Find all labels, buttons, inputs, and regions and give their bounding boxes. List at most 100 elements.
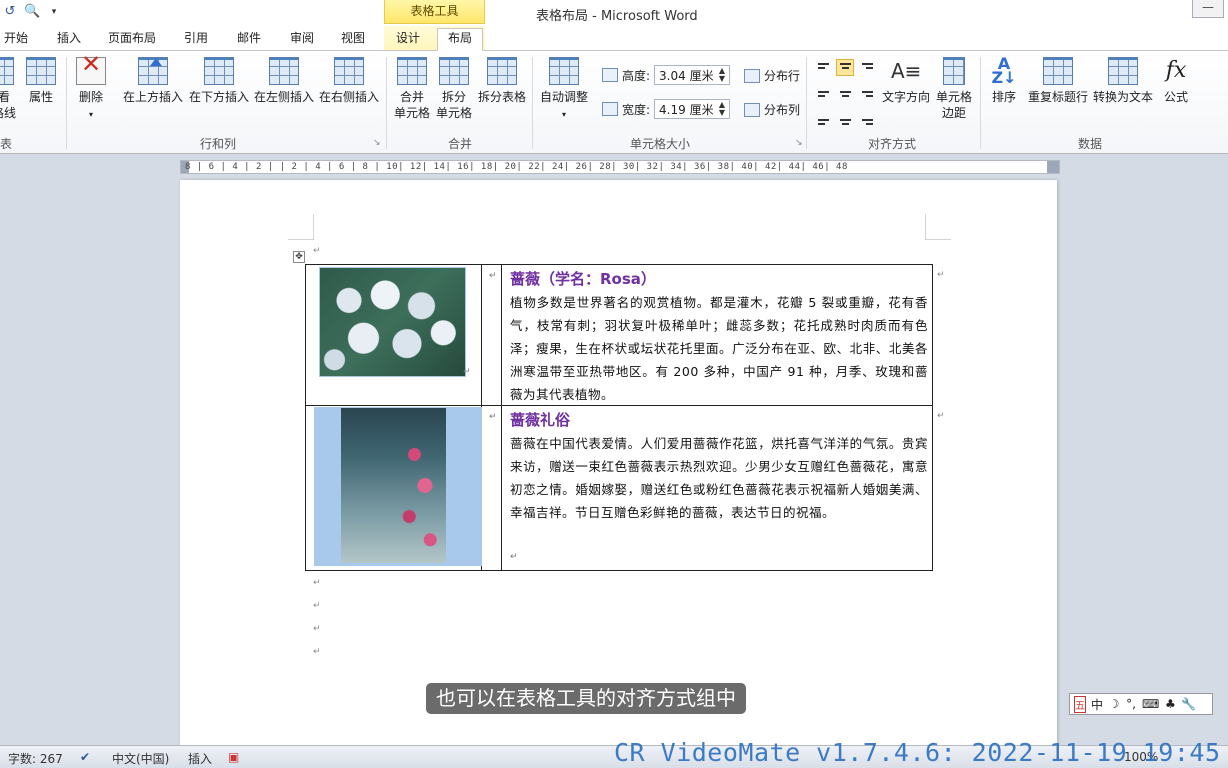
align-bottom-left-icon[interactable] (814, 109, 832, 126)
insert-below-button[interactable]: 在下方插入 (188, 57, 250, 105)
align-middle-left-icon[interactable] (814, 84, 832, 101)
cell-margins-button[interactable]: 单元格 边距 (934, 57, 974, 121)
language-indicator[interactable]: 中文(中国) (112, 750, 169, 767)
formula-button[interactable]: fx 公式 (1160, 57, 1192, 105)
split-table-label: 拆分表格 (477, 90, 526, 104)
crop-mark-top-right-icon (925, 214, 951, 240)
cell-size-dialog-launcher-icon[interactable]: ↘ (795, 138, 803, 148)
distribute-cols-button[interactable]: 分布列 (744, 101, 800, 118)
repeat-header-rows-button[interactable]: 重复标题行 (1027, 57, 1089, 105)
split-table-button[interactable]: 拆分表格 (477, 57, 527, 105)
ime-settings-icon[interactable]: 🔧 (1181, 697, 1196, 711)
insert-right-button[interactable]: 在右侧插入 (318, 57, 380, 105)
document-table[interactable]: ↵ ↵ 蔷薇（学名：Rosa） 植物多数是世界著名的观赏植物。都是灌木，花瓣 5… (305, 264, 933, 571)
row-height-input[interactable]: 3.04 厘米 ▲ ▼ (654, 65, 731, 85)
document-page[interactable]: ↵ ✥ ↵ ↵ 蔷薇（学名：Rosa） 植物多数是世界著名的观赏植物。都是灌木，… (180, 180, 1057, 745)
table-move-handle-icon[interactable]: ✥ (293, 251, 305, 263)
split-cells-button[interactable]: 拆分 单元格 (434, 57, 474, 121)
tab-review[interactable]: 审阅 (290, 29, 314, 50)
tab-mailings[interactable]: 邮件 (237, 29, 261, 50)
cell-end-mark: ↵ (489, 271, 497, 281)
align-top-left-icon[interactable] (814, 59, 832, 76)
sort-button[interactable]: A Z↓ 排序 (988, 54, 1020, 105)
spinner-icon[interactable]: ▲ ▼ (719, 67, 725, 83)
align-middle-right-icon[interactable] (858, 84, 876, 101)
tab-home[interactable]: 开始 (4, 29, 28, 50)
paragraph-mark: ↵ (313, 601, 321, 611)
ime-keyboard-icon[interactable]: ⌨ (1142, 697, 1159, 711)
video-subtitle: 也可以在表格工具的对齐方式组中 (426, 683, 746, 714)
tab-references[interactable]: 引用 (184, 29, 208, 50)
distribute-cols-icon (744, 102, 760, 117)
convert-to-text-button[interactable]: 转换为文本 (1092, 57, 1154, 105)
rose-garden-image[interactable] (341, 408, 446, 563)
column-width-input[interactable]: 4.19 厘米 ▲ ▼ (654, 99, 731, 119)
tab-insert[interactable]: 插入 (57, 29, 81, 50)
sort-label: 排序 (991, 90, 1016, 104)
tab-page-layout[interactable]: 页面布局 (108, 29, 156, 50)
minimize-button[interactable]: — (1192, 0, 1224, 18)
align-bottom-right-icon[interactable] (858, 109, 876, 126)
ime-user-icon[interactable]: ♣ (1164, 697, 1176, 711)
paragraph-mark: ↵ (313, 578, 321, 588)
horizontal-ruler[interactable]: 8 | 6 | 4 | 2 | | 2 | 4 | 6 | 8 | 10| 12… (180, 160, 1060, 174)
row-height-label: 高度: (622, 68, 651, 83)
cell-margins-label-2: 边距 (941, 106, 966, 120)
ime-halfwidth-icon[interactable]: ☽ (1108, 697, 1120, 711)
repeat-header-icon (1043, 57, 1073, 85)
text-direction-icon: A≡ (891, 59, 922, 83)
ime-chinese-mode-icon[interactable]: 中 (1091, 696, 1103, 713)
print-preview-icon[interactable]: 🔍 (24, 4, 40, 20)
merge-group-label: 合并 (448, 137, 473, 151)
split-cells-label-2: 单元格 (435, 106, 472, 120)
word-count[interactable]: 字数: 267 (8, 750, 63, 767)
insert-below-icon (204, 57, 234, 85)
row1-body-text: 植物多数是世界著名的观赏植物。都是灌木，花瓣 5 裂或重瓣，花有香气，枝常有刺；… (510, 295, 928, 402)
delete-button[interactable]: 删除 ▾ (74, 56, 108, 123)
autofit-button[interactable]: 自动调整 ▾ (538, 57, 590, 123)
split-cells-icon (439, 57, 469, 85)
distribute-rows-button[interactable]: 分布行 (744, 67, 800, 84)
spinner-icon[interactable]: ▲ ▼ (719, 101, 725, 117)
merge-cells-button[interactable]: 合并 单元格 (392, 57, 432, 121)
table-group-label: 表 (0, 137, 13, 151)
insert-left-button[interactable]: 在左侧插入 (253, 57, 315, 105)
qat-dropdown-icon[interactable]: ▾ (46, 4, 62, 20)
tab-design[interactable]: 设计 (396, 29, 420, 50)
rows-cols-dialog-launcher-icon[interactable]: ↘ (373, 138, 381, 148)
roses-image[interactable] (319, 267, 466, 377)
view-gridlines-button[interactable]: 看 格线 (0, 57, 16, 121)
proofing-icon[interactable]: ✔ (80, 750, 90, 764)
ime-toolbar[interactable]: 五 中 ☽ °, ⌨ ♣ 🔧 (1069, 693, 1213, 715)
distribute-rows-label: 分布行 (764, 69, 801, 83)
row-end-mark: ↵ (937, 411, 945, 421)
align-top-center-icon[interactable] (836, 59, 854, 76)
text-direction-button[interactable]: A≡ 文字方向 (880, 57, 932, 105)
convert-to-text-icon (1108, 57, 1138, 85)
macro-record-icon[interactable]: ▣ (228, 750, 239, 764)
sort-az-icon: A Z↓ (991, 54, 1017, 87)
crop-mark-top-left-icon (288, 214, 314, 240)
align-top-right-icon[interactable] (858, 59, 876, 76)
insert-below-label: 在下方插入 (188, 90, 249, 104)
tab-layout[interactable]: 布局 (437, 28, 484, 51)
align-middle-center-icon[interactable] (836, 84, 854, 101)
insert-mode-indicator[interactable]: 插入 (188, 750, 212, 767)
undo-icon[interactable]: ↺ (2, 4, 18, 20)
merge-cells-label-2: 单元格 (393, 106, 430, 120)
table-column-border (501, 265, 502, 570)
formula-fx-icon: fx (1165, 58, 1187, 83)
ime-wubi-icon[interactable]: 五 (1074, 695, 1086, 713)
align-bottom-center-icon[interactable] (836, 109, 854, 126)
alignment-group-label: 对齐方式 (868, 137, 917, 151)
ime-punctuation-icon[interactable]: °, (1125, 697, 1137, 711)
tab-view[interactable]: 视图 (341, 29, 365, 50)
autofit-icon (549, 57, 579, 85)
rows-cols-group-label: 行和列 (200, 137, 237, 151)
insert-above-button[interactable]: 在上方插入 (122, 57, 184, 105)
quick-access-toolbar: ↺ 🔍 ▾ (0, 2, 62, 22)
split-table-icon (487, 57, 517, 85)
properties-button[interactable]: 属性 (24, 57, 58, 105)
data-group-label: 数据 (1078, 137, 1103, 151)
properties-label: 属性 (28, 90, 53, 104)
